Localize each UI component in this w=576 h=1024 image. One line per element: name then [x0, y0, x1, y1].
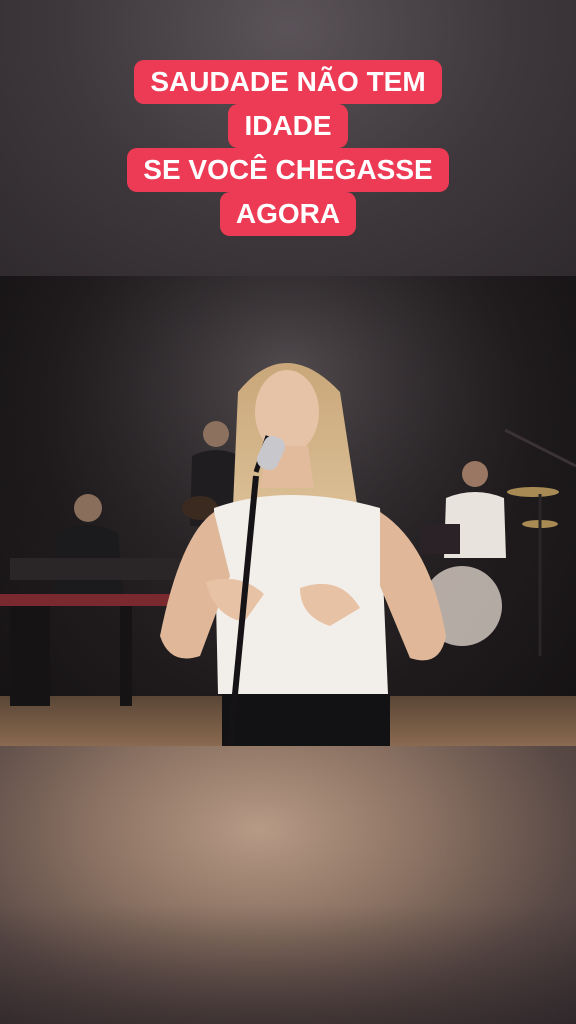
video-frame — [0, 276, 576, 746]
backdrop-shade — [0, 904, 576, 1024]
caption-overlay: SAUDADE NÃO TEM IDADE SE VOCÊ CHEGASSE A… — [0, 60, 576, 236]
caption-line-4: AGORA — [219, 192, 357, 236]
caption-line-3: SE VOCÊ CHEGASSE — [127, 148, 449, 192]
blurred-backdrop-bottom — [0, 746, 576, 1024]
caption-line-2: IDADE — [228, 104, 348, 148]
video-player[interactable] — [0, 276, 576, 746]
app-screen: SAUDADE NÃO TEM IDADE SE VOCÊ CHEGASSE A… — [0, 0, 576, 1024]
caption-line-1: SAUDADE NÃO TEM — [134, 60, 442, 104]
